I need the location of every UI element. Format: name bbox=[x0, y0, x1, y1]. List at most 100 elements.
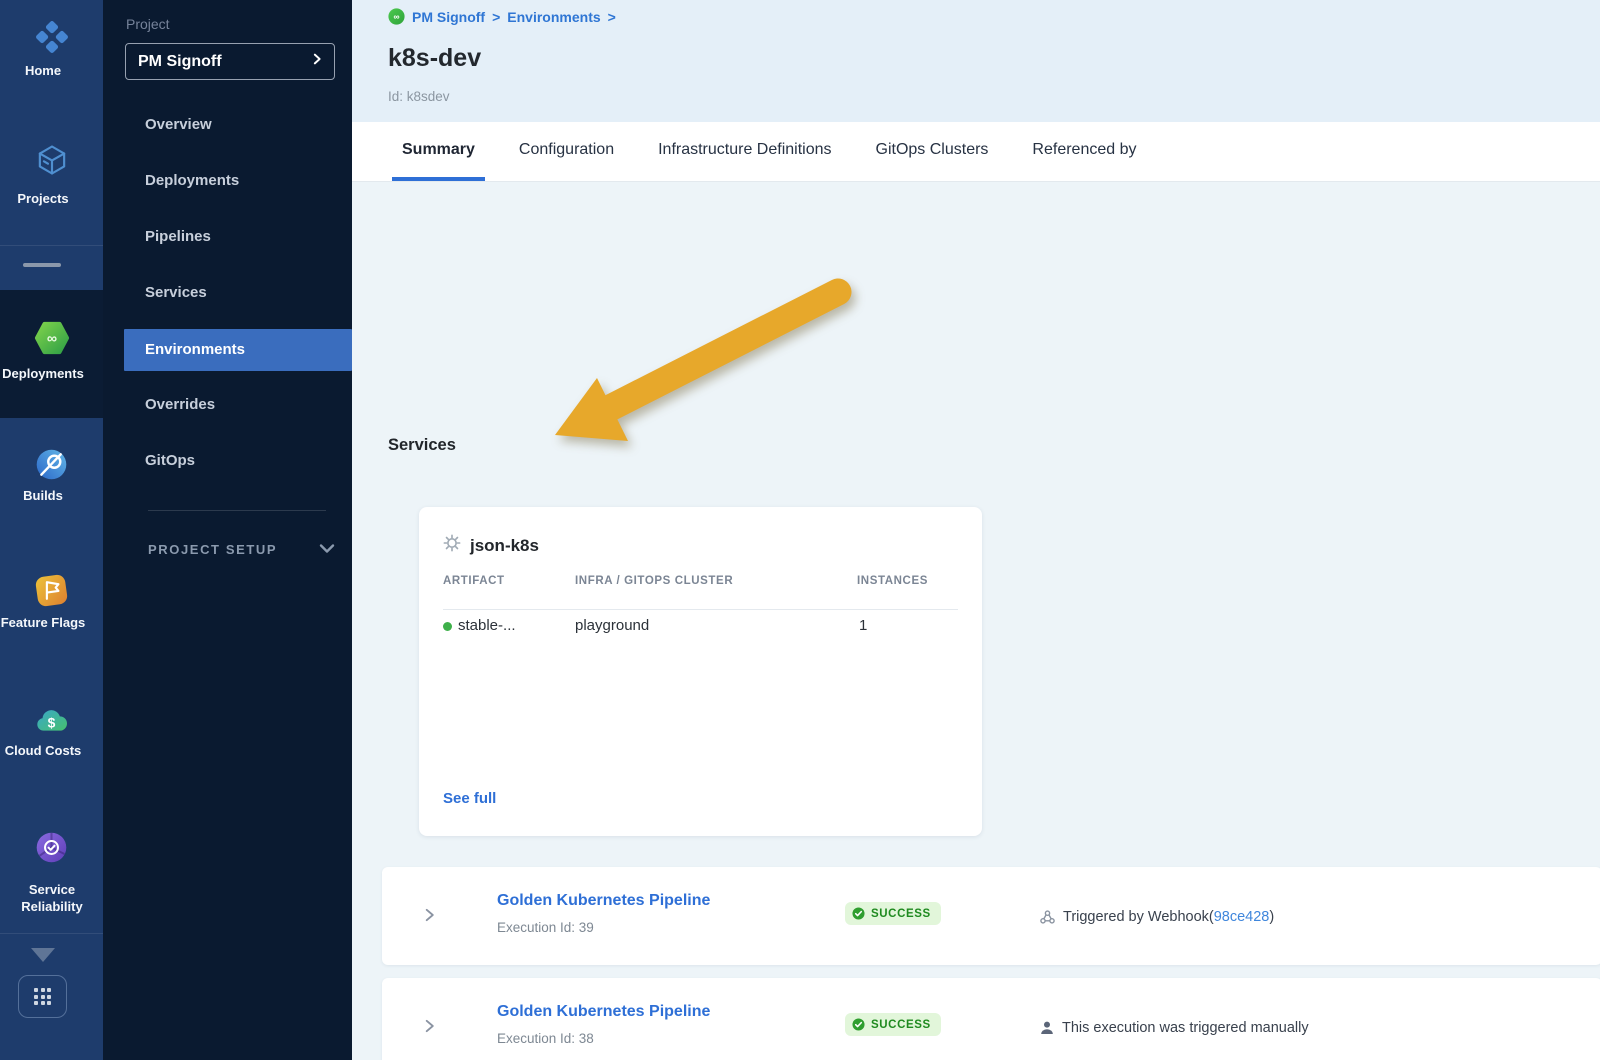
sidebar-item-label: Feature Flags bbox=[0, 615, 103, 630]
execution-id-label: Execution Id: 38 bbox=[497, 1031, 594, 1046]
breadcrumb-project-link[interactable]: PM Signoff bbox=[412, 9, 485, 25]
app-root: Home Projects bbox=[0, 0, 1600, 1060]
card-divider bbox=[443, 609, 958, 610]
service-name: json-k8s bbox=[470, 536, 539, 556]
status-badge-label: SUCCESS bbox=[871, 1019, 931, 1031]
sidebar-divider bbox=[148, 510, 326, 511]
success-check-icon bbox=[852, 1018, 865, 1031]
sidebar-item-service-reliability[interactable]: Service Reliability bbox=[0, 829, 103, 871]
status-badge: SUCCESS bbox=[845, 902, 941, 925]
status-badge-label: SUCCESS bbox=[871, 908, 931, 920]
sidebar-item-label: Home bbox=[0, 63, 103, 78]
projects-icon bbox=[34, 142, 70, 183]
cloud-costs-icon: $ bbox=[33, 702, 70, 744]
project-setup-label: PROJECT SETUP bbox=[148, 542, 277, 557]
sidebar-item-cloud-costs[interactable]: $ Cloud Costs bbox=[0, 702, 103, 744]
page-header: ∞ PM Signoff > Environments > k8s-dev Id… bbox=[352, 0, 1600, 122]
execution-id-label: Execution Id: 39 bbox=[497, 920, 594, 935]
svg-text:∞: ∞ bbox=[46, 331, 56, 347]
trigger-text: Triggered by Webhook(98ce428) bbox=[1063, 909, 1274, 925]
services-heading: Services bbox=[388, 436, 456, 455]
see-full-link[interactable]: See full bbox=[443, 790, 496, 807]
execution-row[interactable]: Golden Kubernetes Pipeline Execution Id:… bbox=[382, 978, 1600, 1060]
column-header-infra-cluster: INFRA / GITOPS CLUSTER bbox=[575, 575, 733, 587]
project-selector[interactable]: PM Signoff bbox=[125, 43, 335, 80]
tab-referenced-by[interactable]: Referenced by bbox=[1022, 122, 1146, 181]
tab-gitops-clusters[interactable]: GitOps Clusters bbox=[866, 122, 999, 181]
project-sidebar: Project PM Signoff Overview Deployments … bbox=[103, 0, 352, 1060]
instances-value: 1 bbox=[859, 617, 867, 634]
deployments-icon: ∞ bbox=[33, 319, 71, 362]
sidebar-item-environments[interactable]: Environments bbox=[124, 329, 352, 371]
sidebar-item-home[interactable]: Home bbox=[0, 19, 103, 60]
project-setup-toggle[interactable]: PROJECT SETUP bbox=[148, 542, 335, 557]
breadcrumb-separator: > bbox=[492, 9, 500, 25]
status-badge: SUCCESS bbox=[845, 1013, 941, 1036]
sidebar-item-label: Cloud Costs bbox=[0, 743, 103, 758]
project-selector-value: PM Signoff bbox=[138, 53, 310, 71]
service-card-title: json-k8s bbox=[443, 534, 539, 557]
rail-divider bbox=[0, 245, 103, 246]
chevron-down-icon bbox=[319, 542, 335, 557]
trigger-info: Triggered by Webhook(98ce428) bbox=[1040, 909, 1274, 925]
sidebar-item-builds[interactable]: Builds bbox=[0, 446, 103, 488]
execution-row[interactable]: Golden Kubernetes Pipeline Execution Id:… bbox=[382, 867, 1600, 965]
artifact-status-dot bbox=[443, 622, 452, 631]
cd-module-icon: ∞ bbox=[388, 8, 405, 25]
success-check-icon bbox=[852, 907, 865, 920]
page-id-label: Id: k8sdev bbox=[388, 89, 450, 104]
sidebar-item-feature-flags[interactable]: Feature Flags bbox=[0, 572, 103, 614]
breadcrumb-environments-link[interactable]: Environments bbox=[507, 9, 600, 25]
tab-infrastructure-definitions[interactable]: Infrastructure Definitions bbox=[648, 122, 841, 181]
tab-configuration[interactable]: Configuration bbox=[509, 122, 624, 181]
page-title: k8s-dev bbox=[388, 44, 481, 73]
module-sidebar: Home Projects bbox=[0, 0, 103, 1060]
builds-icon bbox=[33, 446, 70, 488]
sidebar-item-deployments-nav[interactable]: Deployments bbox=[103, 161, 352, 201]
pipeline-name-link[interactable]: Golden Kubernetes Pipeline bbox=[497, 892, 710, 910]
cluster-value: playground bbox=[575, 617, 649, 634]
sidebar-item-services[interactable]: Services bbox=[103, 273, 352, 313]
trigger-suffix: ) bbox=[1269, 909, 1274, 925]
project-section-label: Project bbox=[126, 16, 170, 32]
expand-chevron-icon[interactable] bbox=[422, 906, 437, 929]
gear-icon bbox=[443, 534, 461, 557]
home-icon bbox=[34, 19, 70, 60]
webhook-icon bbox=[1040, 910, 1055, 924]
user-icon bbox=[1040, 1021, 1054, 1035]
sidebar-collapse-handle[interactable] bbox=[23, 263, 61, 267]
feature-flags-icon bbox=[33, 572, 70, 614]
sidebar-item-gitops[interactable]: GitOps bbox=[103, 441, 352, 481]
webhook-id-link[interactable]: 98ce428 bbox=[1214, 909, 1270, 925]
main-content: ∞ PM Signoff > Environments > k8s-dev Id… bbox=[352, 0, 1600, 1060]
svg-text:∞: ∞ bbox=[393, 12, 399, 22]
trigger-info: This execution was triggered manually bbox=[1040, 1020, 1309, 1036]
artifact-value: stable-... bbox=[458, 617, 516, 634]
expand-chevron-icon[interactable] bbox=[422, 1017, 437, 1040]
sidebar-item-label: Deployments bbox=[0, 366, 103, 381]
chevron-right-icon bbox=[310, 52, 324, 71]
sidebar-item-label: Builds bbox=[0, 488, 103, 503]
breadcrumb-separator: > bbox=[608, 9, 616, 25]
tab-bar: Summary Configuration Infrastructure Def… bbox=[352, 122, 1600, 182]
pipeline-name-link[interactable]: Golden Kubernetes Pipeline bbox=[497, 1003, 710, 1021]
scroll-down-indicator[interactable] bbox=[31, 948, 55, 962]
breadcrumb: ∞ PM Signoff > Environments > bbox=[388, 8, 616, 25]
sidebar-item-pipelines[interactable]: Pipelines bbox=[103, 217, 352, 257]
sidebar-item-label: Projects bbox=[0, 191, 103, 206]
tab-summary[interactable]: Summary bbox=[392, 122, 485, 181]
column-header-artifact: ARTIFACT bbox=[443, 575, 505, 587]
module-grid-button[interactable] bbox=[18, 975, 67, 1018]
trigger-text: This execution was triggered manually bbox=[1062, 1020, 1309, 1036]
service-reliability-icon bbox=[33, 829, 70, 871]
trigger-prefix: Triggered by Webhook( bbox=[1063, 909, 1214, 925]
grid-icon bbox=[34, 988, 51, 1005]
column-header-instances: INSTANCES bbox=[857, 575, 928, 587]
service-summary-card: json-k8s ARTIFACT INFRA / GITOPS CLUSTER… bbox=[419, 507, 982, 836]
sidebar-item-projects[interactable]: Projects bbox=[0, 142, 103, 183]
sidebar-item-label: Service Reliability bbox=[9, 881, 95, 915]
sidebar-item-overview[interactable]: Overview bbox=[103, 105, 352, 145]
sidebar-item-overrides[interactable]: Overrides bbox=[103, 385, 352, 425]
rail-divider bbox=[0, 933, 103, 934]
sidebar-item-deployments[interactable]: ∞ Deployments bbox=[0, 319, 103, 362]
